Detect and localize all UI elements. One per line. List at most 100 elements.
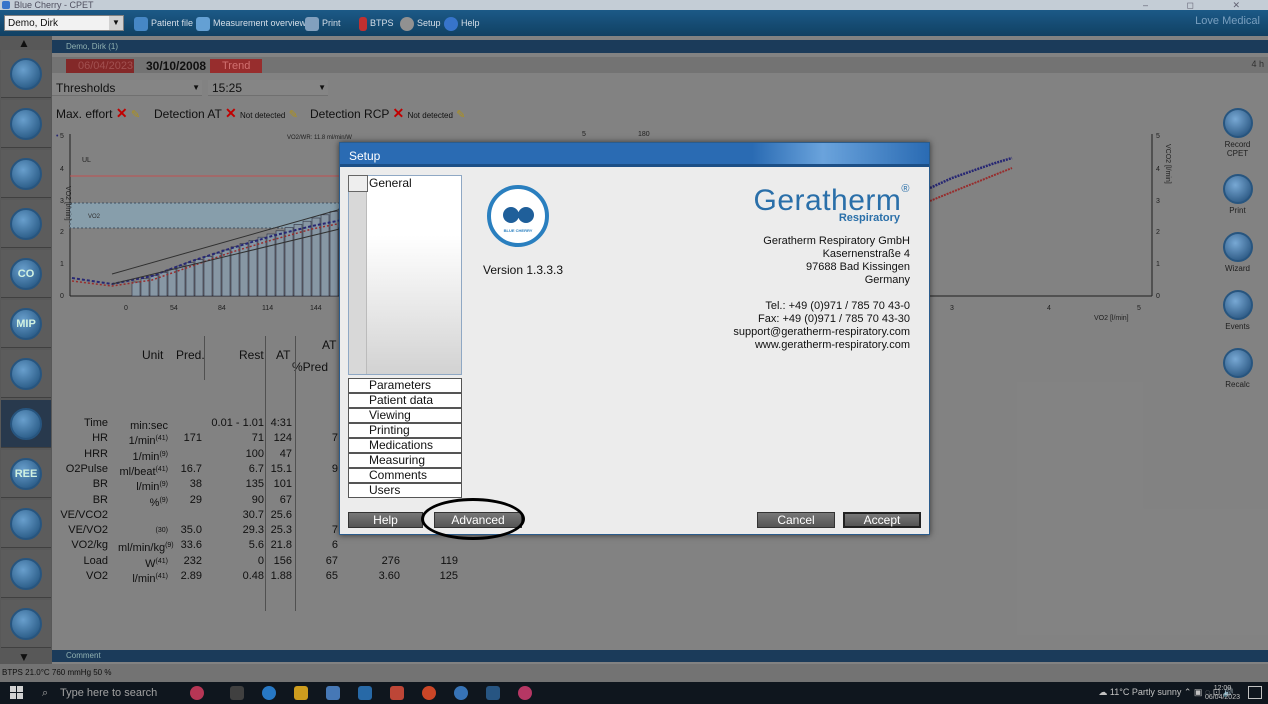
sidebar-button-2[interactable]: [1, 100, 51, 148]
events-button[interactable]: Events: [1215, 290, 1260, 331]
tab-pager[interactable]: 4 h: [1251, 59, 1264, 69]
nav-item-general[interactable]: General: [348, 175, 462, 192]
toolbar-measurement-overview[interactable]: Measurement overview: [196, 15, 306, 31]
top-marker-180: 180: [638, 131, 650, 138]
sidebar-button-1[interactable]: [1, 50, 51, 98]
table-cell-p3: 9: [331, 462, 338, 475]
nav-item-comments[interactable]: Comments: [348, 468, 462, 483]
table-cell-p3: [296, 477, 338, 492]
nav-item-users[interactable]: Users: [348, 483, 462, 498]
pen-icon[interactable]: ✎: [289, 109, 298, 121]
table-cell-label: O2Pulse: [65, 462, 108, 475]
scroll-up-icon[interactable]: ▲: [18, 36, 30, 50]
advanced-button[interactable]: Advanced: [434, 512, 522, 528]
cross-icon[interactable]: ✕: [393, 105, 405, 121]
right-xtick-3: 3: [950, 305, 954, 312]
sidebar-button-10[interactable]: [1, 500, 51, 548]
gear-icon: [400, 16, 414, 31]
record-cpet-button[interactable]: Record CPET: [1215, 108, 1260, 158]
office-icon[interactable]: [390, 686, 404, 700]
store-icon[interactable]: [326, 686, 340, 700]
nav-item-printing[interactable]: Printing: [348, 423, 462, 438]
chevron-down-icon: ▼: [109, 16, 123, 30]
table-cell-at: 21.8: [270, 539, 292, 552]
chrome-icon[interactable]: [422, 686, 436, 700]
sidebar-button-cpet[interactable]: [1, 400, 51, 448]
accept-button[interactable]: Accept: [843, 512, 921, 528]
module-icon: [10, 558, 42, 590]
cross-icon[interactable]: ✕: [225, 105, 237, 121]
sidebar-button-3[interactable]: [1, 150, 51, 198]
sidebar-button-co[interactable]: CO: [1, 250, 51, 298]
cross-icon[interactable]: ✕: [116, 105, 128, 121]
nav-item-viewing[interactable]: Viewing: [348, 408, 462, 423]
task-view-icon[interactable]: [230, 686, 244, 700]
scroll-down-icon[interactable]: ▼: [18, 650, 30, 664]
svg-text:•: •: [56, 133, 59, 140]
left-ytick-5: 5: [60, 133, 64, 140]
events-icon: [1222, 290, 1253, 320]
cancel-button[interactable]: Cancel: [757, 512, 835, 528]
nav-item-parameters[interactable]: Parameters: [348, 378, 462, 393]
nav-item-medications[interactable]: Medications: [348, 438, 462, 453]
left-ytick-4: 4: [60, 166, 64, 173]
blue-cherry-taskbar-icon[interactable]: [486, 686, 500, 700]
view-select-value: Thresholds: [56, 81, 116, 95]
pen-icon[interactable]: ✎: [456, 109, 465, 121]
right-xtick-5: 5: [1137, 305, 1141, 312]
app-icon[interactable]: [454, 686, 468, 700]
histogram-bar: [185, 262, 195, 297]
sidebar-button-4[interactable]: [1, 200, 51, 248]
xtick-4: 144: [310, 305, 322, 312]
toolbar-help[interactable]: Help: [444, 15, 480, 31]
toolbar-btps[interactable]: BTPS: [359, 15, 394, 31]
recalc-button[interactable]: Recalc: [1215, 348, 1260, 389]
sidebar-button-ree[interactable]: REE: [1, 450, 51, 498]
toolbar-setup[interactable]: Setup: [400, 15, 441, 31]
cpet-icon: [10, 408, 42, 440]
pen-icon[interactable]: ✎: [131, 109, 140, 121]
annotation-vo2-wr: VO2/WR: 11.8 ml/min/W: [287, 135, 352, 141]
window-controls[interactable]: – ◻ ✕: [1143, 0, 1258, 10]
left-sidebar: ▲ CO MIP REE ▼: [0, 36, 52, 664]
table-cell-unit: 1/min(9): [132, 450, 168, 463]
taskbar-app-widget[interactable]: [190, 686, 204, 700]
wizard-icon: [1222, 232, 1253, 262]
windows-start-icon[interactable]: [10, 686, 24, 700]
toolbar-print[interactable]: Print: [305, 15, 341, 31]
table-cell-rest: 0.48: [242, 570, 264, 582]
tab-trend[interactable]: Trend: [210, 59, 263, 73]
patient-select[interactable]: Demo, Dirk ▼: [4, 15, 124, 31]
time-select[interactable]: 15:25 ▼: [208, 80, 328, 96]
help-button[interactable]: Help: [348, 512, 423, 528]
taskbar-search[interactable]: ⌕ Type here to search: [36, 684, 166, 702]
taskbar-clock[interactable]: 12:00 06/04/2023: [1205, 684, 1240, 702]
table-row: Load W(41) 232 0 156 67 276 119: [52, 554, 472, 570]
nav-item-measuring[interactable]: Measuring: [348, 453, 462, 468]
table-cell-rest: 30.7: [242, 508, 264, 521]
edge-icon[interactable]: [262, 686, 276, 700]
module-icon: [10, 58, 42, 90]
sidebar-button-12[interactable]: [1, 600, 51, 648]
table-row: VO2 l/min(41) 2.89 0.48 1.88 65 3.60 125: [52, 569, 472, 585]
sidebar-button-7[interactable]: [1, 350, 51, 398]
wizard-button[interactable]: Wizard: [1215, 232, 1260, 273]
mail-icon[interactable]: [358, 686, 372, 700]
explorer-icon[interactable]: [294, 686, 308, 700]
tab-current-date[interactable]: 30/10/2008: [134, 59, 219, 73]
notification-icon[interactable]: [1248, 686, 1262, 699]
app-icon-2[interactable]: [518, 686, 532, 700]
setup-dialog: Setup General Parameters Patient data View…: [339, 142, 930, 535]
right-xtick-4: 4: [1047, 305, 1051, 312]
table-cell-p4: 276: [381, 554, 400, 567]
view-select[interactable]: Thresholds ▼: [52, 80, 202, 96]
table-cell-p3: [296, 493, 338, 508]
toolbar-patient-file[interactable]: Patient file: [134, 15, 193, 31]
printer-icon: [1222, 174, 1253, 204]
sidebar-button-11[interactable]: [1, 550, 51, 598]
comment-bar[interactable]: Comment: [52, 650, 1268, 662]
print-button[interactable]: Print: [1215, 174, 1260, 215]
sidebar-button-mip[interactable]: MIP: [1, 300, 51, 348]
nav-item-patient-data[interactable]: Patient data: [348, 393, 462, 408]
table-cell-label: VO2/kg: [71, 539, 108, 552]
